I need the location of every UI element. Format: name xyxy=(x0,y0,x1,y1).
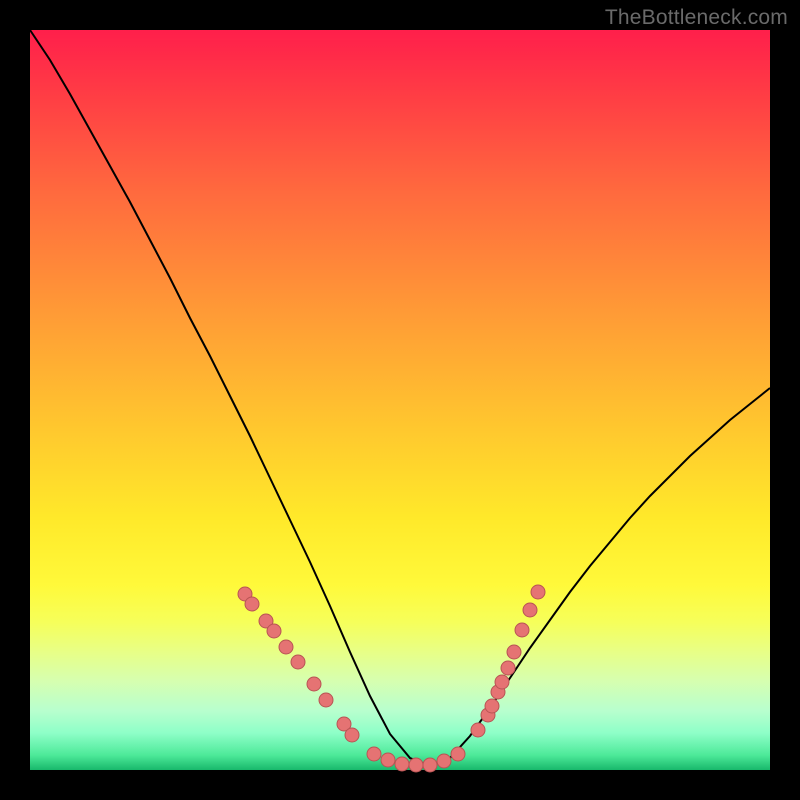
data-point xyxy=(501,661,515,675)
data-point xyxy=(291,655,305,669)
data-point xyxy=(245,597,259,611)
data-point xyxy=(451,747,465,761)
data-point xyxy=(279,640,293,654)
data-point xyxy=(395,757,409,771)
chart-overlay xyxy=(30,30,770,770)
data-point xyxy=(495,675,509,689)
data-point xyxy=(523,603,537,617)
data-point xyxy=(515,623,529,637)
data-point xyxy=(345,728,359,742)
data-point xyxy=(437,754,451,768)
data-point xyxy=(485,699,499,713)
watermark-text: TheBottleneck.com xyxy=(605,6,788,30)
data-point xyxy=(319,693,333,707)
data-point xyxy=(409,758,423,772)
data-point xyxy=(367,747,381,761)
data-point xyxy=(531,585,545,599)
data-point xyxy=(471,723,485,737)
data-point xyxy=(267,624,281,638)
data-point xyxy=(307,677,321,691)
bottleneck-curve xyxy=(30,30,770,766)
chart-frame: TheBottleneck.com xyxy=(0,0,800,800)
data-point xyxy=(423,758,437,772)
data-point xyxy=(507,645,521,659)
data-points-group xyxy=(238,585,545,772)
data-point xyxy=(381,753,395,767)
